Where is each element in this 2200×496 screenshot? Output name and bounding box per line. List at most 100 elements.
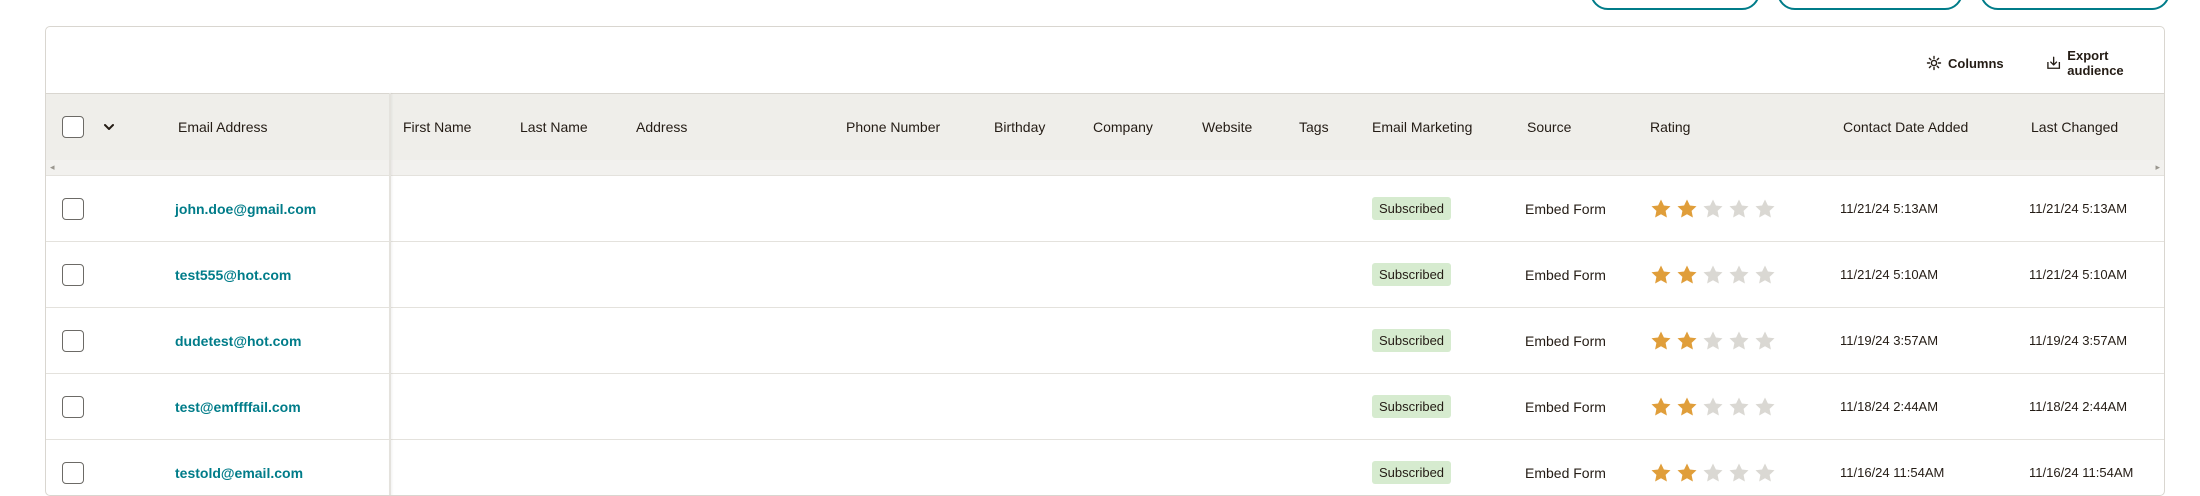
scroll-left-arrow-icon[interactable]: ◂ (50, 163, 55, 172)
status-badge: Subscribed (1372, 329, 1452, 352)
columns-label: Columns (1948, 55, 2004, 71)
star-icon (1651, 397, 1671, 415)
table-row[interactable]: testold@email.com Subscribed Embed Form 11/… (46, 440, 2164, 495)
header-website[interactable]: Website (1202, 94, 1252, 160)
star-icon (1703, 199, 1723, 217)
audience-table-panel: Columns Export audience Email Address Fi… (45, 26, 2165, 496)
contact-email-link[interactable]: dudetest@hot.com (175, 333, 301, 349)
row-checkbox-cell (62, 176, 84, 241)
header-tags[interactable]: Tags (1299, 94, 1329, 160)
star-icon (1729, 331, 1749, 349)
row-checkbox-cell (62, 242, 84, 307)
status-badge: Subscribed (1372, 461, 1452, 484)
sticky-column-divider (389, 93, 391, 495)
header-birthday[interactable]: Birthday (994, 94, 1045, 160)
star-icon (1677, 199, 1697, 217)
table-row[interactable]: dudetest@hot.com Subscribed Embed Form 11/1… (46, 308, 2164, 374)
export-audience-button[interactable]: Export audience (2046, 48, 2164, 78)
download-icon (2047, 56, 2061, 69)
gear-icon (1926, 55, 1942, 71)
rating-stars (1649, 461, 1777, 485)
date-added-cell: 11/16/24 11:54AM (1840, 465, 1945, 480)
rating-stars (1649, 263, 1777, 287)
table-row[interactable]: john.doe@gmail.com Subscribed Embed Form 11… (46, 176, 2164, 242)
last-changed-cell: 11/18/24 2:44AM (2029, 399, 2128, 414)
star-icon (1729, 463, 1749, 481)
header-email-address[interactable]: Email Address (178, 94, 267, 160)
source-cell: Embed Form (1525, 398, 1606, 415)
row-checkbox-cell (62, 308, 84, 373)
contact-email-link[interactable]: john.doe@gmail.com (175, 201, 316, 217)
star-icon (1703, 397, 1723, 415)
select-all-checkbox[interactable] (62, 116, 84, 138)
rating-stars (1649, 197, 1777, 221)
table-row[interactable]: test555@hot.com Subscribed Embed Form 11/21… (46, 242, 2164, 308)
columns-button[interactable]: Columns (1926, 52, 2004, 74)
header-email-marketing[interactable]: Email Marketing (1372, 94, 1472, 160)
header-contact-date-added[interactable]: Contact Date Added (1843, 94, 1968, 160)
rating-stars (1649, 395, 1777, 419)
table-row[interactable]: test@emffffail.com Subscribed Embed Form 11… (46, 374, 2164, 440)
row-checkbox[interactable] (62, 461, 84, 484)
select-all-checkbox-cell (62, 94, 84, 160)
chevron-down-icon (104, 124, 114, 130)
star-icon (1651, 331, 1671, 349)
table-toolbar: Columns Export audience (46, 27, 2164, 93)
header-last-changed[interactable]: Last Changed (2031, 94, 2118, 160)
star-icon (1755, 265, 1775, 283)
last-changed-cell: 11/16/24 11:54AM (2029, 465, 2134, 480)
row-checkbox[interactable] (62, 395, 84, 418)
select-options-dropdown[interactable] (102, 94, 116, 160)
date-added-cell: 11/21/24 5:10AM (1840, 267, 1939, 282)
star-icon (1651, 265, 1671, 283)
source-cell: Embed Form (1525, 200, 1606, 217)
top-action-button-3[interactable] (1980, 0, 2170, 10)
star-icon (1677, 331, 1697, 349)
star-icon (1729, 199, 1749, 217)
star-icon (1703, 463, 1723, 481)
row-checkbox-cell (62, 374, 84, 439)
header-company[interactable]: Company (1093, 94, 1153, 160)
contact-email-link[interactable]: test@emffffail.com (175, 399, 301, 415)
star-icon (1703, 331, 1723, 349)
status-badge: Subscribed (1372, 197, 1452, 220)
star-icon (1755, 331, 1775, 349)
row-checkbox[interactable] (62, 197, 84, 220)
top-action-button-2[interactable] (1777, 0, 1963, 10)
export-label: Export audience (2067, 48, 2124, 78)
row-checkbox[interactable] (62, 329, 84, 352)
date-added-cell: 11/19/24 3:57AM (1840, 333, 1939, 348)
contact-email-link[interactable]: test555@hot.com (175, 267, 291, 283)
star-icon (1729, 397, 1749, 415)
source-cell: Embed Form (1525, 266, 1606, 283)
star-icon (1651, 199, 1671, 217)
star-icon (1703, 265, 1723, 283)
header-source[interactable]: Source (1527, 94, 1571, 160)
header-first-name[interactable]: First Name (403, 94, 471, 160)
last-changed-cell: 11/19/24 3:57AM (2029, 333, 2128, 348)
last-changed-cell: 11/21/24 5:13AM (2029, 201, 2128, 216)
contact-email-link[interactable]: testold@email.com (175, 465, 303, 481)
star-icon (1755, 463, 1775, 481)
header-rating[interactable]: Rating (1650, 94, 1690, 160)
star-icon (1755, 199, 1775, 217)
star-icon (1729, 265, 1749, 283)
top-action-button-1[interactable] (1590, 0, 1760, 10)
table-body: john.doe@gmail.com Subscribed Embed Form 11… (46, 176, 2164, 495)
table-header-row: Email Address First Name Last Name Addre… (46, 93, 2164, 160)
header-address[interactable]: Address (636, 94, 687, 160)
rating-stars (1649, 329, 1777, 353)
date-added-cell: 11/18/24 2:44AM (1840, 399, 1939, 414)
scroll-right-arrow-icon[interactable]: ▸ (2155, 163, 2160, 172)
horizontal-scrollbar[interactable]: ◂ ▸ (46, 160, 2164, 176)
row-checkbox-cell (62, 440, 84, 495)
date-added-cell: 11/21/24 5:13AM (1840, 201, 1939, 216)
star-icon (1677, 463, 1697, 481)
star-icon (1755, 397, 1775, 415)
row-checkbox[interactable] (62, 263, 84, 286)
status-badge: Subscribed (1372, 395, 1452, 418)
star-icon (1651, 463, 1671, 481)
header-last-name[interactable]: Last Name (520, 94, 588, 160)
header-phone-number[interactable]: Phone Number (846, 94, 940, 160)
status-badge: Subscribed (1372, 263, 1452, 286)
